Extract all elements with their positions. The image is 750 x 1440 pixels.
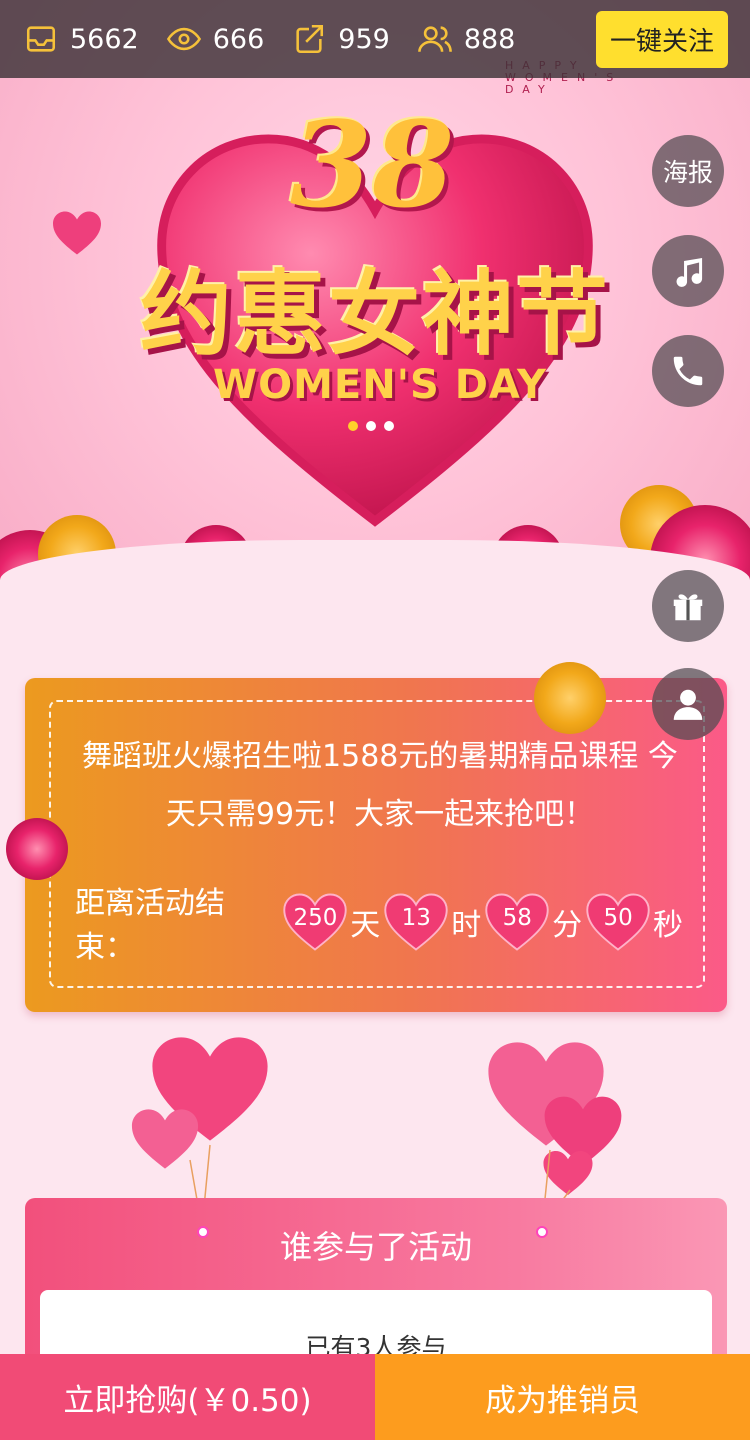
hours-value: 13 [401, 905, 431, 931]
stat-value: 5662 [70, 23, 139, 55]
countdown-hours: 13 [384, 893, 448, 951]
phone-icon [673, 356, 703, 386]
seconds-unit: 秒 [653, 908, 684, 943]
become-promoter-button[interactable]: 成为推销员 [375, 1354, 750, 1440]
follow-button[interactable]: 一键关注 [595, 10, 728, 68]
stats-bar: 5662 666 959 888 一键关注 [0, 0, 750, 78]
stat-value: 666 [212, 23, 265, 55]
participants-title: 谁参与了活动 [279, 1228, 472, 1266]
stat-value: 888 [463, 23, 516, 55]
title-38: 38 [290, 95, 455, 234]
participants-section: 谁参与了活动 已有3人参与 [25, 1198, 727, 1400]
share-icon [296, 24, 324, 54]
carousel-dot[interactable] [348, 421, 358, 431]
marigold-decoration [534, 662, 606, 734]
stat-views: 666 [166, 22, 265, 56]
user-icon [673, 689, 703, 720]
gift-icon [673, 594, 703, 621]
poster-label: 海报 [662, 158, 713, 187]
buy-now-button[interactable]: 立即抢购(￥0.50) [0, 1354, 375, 1440]
days-unit: 天 [350, 908, 381, 943]
carousel-dots [348, 421, 394, 431]
stat-value: 959 [338, 23, 390, 55]
hero-banner[interactable]: HAPPY WOMEN'S DAY 38 约惠女神节 WOMEN'S DAY [0, 0, 750, 650]
gift-button[interactable] [652, 570, 724, 642]
countdown-label: 距离活动结束： [75, 886, 225, 965]
music-button[interactable] [652, 235, 724, 307]
hero-title-english: WOMEN'S DAY [212, 362, 547, 408]
carousel-dot[interactable] [366, 421, 376, 431]
countdown: 距离活动结束： 250 天 13 时 58 分 50 秒 [75, 878, 685, 966]
countdown-minutes: 58 [485, 893, 549, 951]
countdown-seconds: 50 [586, 893, 650, 951]
countdown-days: 250 [283, 893, 348, 951]
music-note-icon [676, 258, 703, 287]
activity-description: 舞蹈班火爆招生啦1588元的暑期精品课程 今天只需99元！大家一起来抢吧！ [82, 739, 678, 832]
seconds-value: 50 [603, 905, 633, 931]
bottom-action-bar: 立即抢购(￥0.50) 成为推销员 [0, 1354, 750, 1440]
days-value: 250 [293, 905, 338, 931]
stat-users: 888 [417, 22, 516, 56]
poster-button[interactable]: 海报 [652, 135, 724, 207]
activity-card: 舞蹈班火爆招生啦1588元的暑期精品课程 今天只需99元！大家一起来抢吧！ 距离… [25, 678, 727, 1012]
user-button[interactable] [652, 668, 724, 740]
minutes-unit: 分 [552, 908, 583, 943]
stat-shares: 959 [292, 22, 390, 56]
rose-decoration [6, 818, 68, 880]
cloud-border [0, 540, 750, 650]
carousel-dot[interactable] [384, 421, 394, 431]
hours-unit: 时 [451, 908, 482, 943]
minutes-value: 58 [502, 905, 532, 931]
inbox-icon [26, 26, 56, 52]
hero-title-chinese: 约惠女神节 [139, 261, 610, 368]
phone-button[interactable] [652, 335, 724, 407]
eye-icon [166, 27, 201, 51]
users-icon [417, 26, 452, 52]
stat-inbox: 5662 [24, 22, 139, 56]
